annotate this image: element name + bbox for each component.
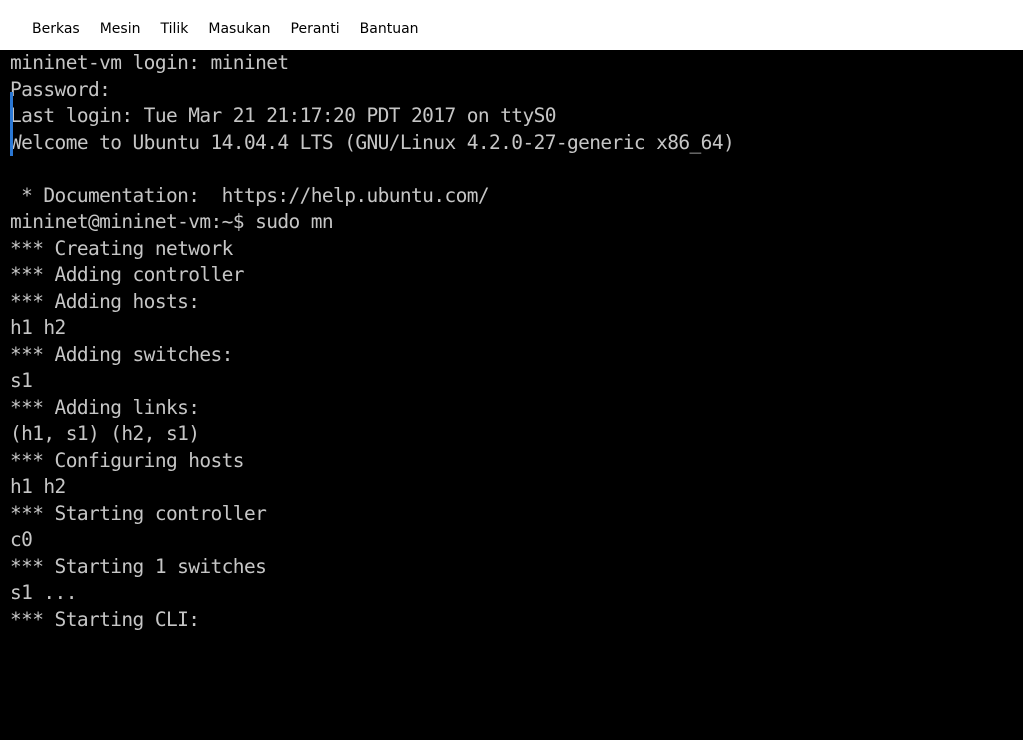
menu-bantuan[interactable]: Bantuan bbox=[350, 16, 429, 42]
menu-bar: Berkas Mesin Tilik Masukan Peranti Bantu… bbox=[0, 0, 1023, 50]
terminal-line-cli: *** Starting CLI: bbox=[10, 607, 200, 631]
terminal-line-password: Password: bbox=[10, 77, 111, 101]
terminal-line: s1 bbox=[10, 369, 33, 392]
focus-accent-bar bbox=[10, 92, 13, 156]
terminal-line: *** Configuring hosts bbox=[10, 448, 245, 472]
terminal-line: *** Adding links: bbox=[10, 395, 200, 419]
menu-berkas[interactable]: Berkas bbox=[22, 16, 90, 42]
terminal-line: *** Adding controller bbox=[10, 263, 245, 286]
terminal-line-login: mininet-vm login: mininet bbox=[10, 51, 289, 74]
terminal-screen[interactable]: mininet-vm login: mininet Password: Last… bbox=[10, 50, 1023, 740]
terminal-line-prompt-command: mininet@mininet-vm:~$ sudo mn bbox=[10, 210, 334, 233]
terminal-line: *** Adding hosts: bbox=[10, 289, 200, 313]
terminal-line: c0 bbox=[10, 528, 33, 551]
terminal-line: h1 h2 bbox=[10, 316, 66, 339]
terminal-line: (h1, s1) (h2, s1) bbox=[10, 422, 200, 445]
terminal-line: h1 h2 bbox=[10, 475, 66, 498]
terminal-line-documentation: * Documentation: https://help.ubuntu.com… bbox=[10, 183, 490, 207]
menu-peranti[interactable]: Peranti bbox=[281, 16, 350, 42]
terminal-line: *** Adding switches: bbox=[10, 342, 233, 366]
terminal-line-welcome: Welcome to Ubuntu 14.04.4 LTS (GNU/Linux… bbox=[10, 130, 735, 154]
terminal-line: *** Creating network bbox=[10, 236, 233, 260]
terminal-line: *** Starting controller bbox=[10, 501, 267, 525]
menu-mesin[interactable]: Mesin bbox=[90, 16, 151, 42]
terminal-line: s1 ... bbox=[10, 581, 77, 604]
menu-tilik[interactable]: Tilik bbox=[150, 16, 198, 42]
vm-window: Berkas Mesin Tilik Masukan Peranti Bantu… bbox=[0, 0, 1023, 740]
menu-masukan[interactable]: Masukan bbox=[198, 16, 280, 42]
terminal-line-last-login: Last login: Tue Mar 21 21:17:20 PDT 2017… bbox=[10, 104, 556, 127]
terminal-line: *** Starting 1 switches bbox=[10, 554, 267, 578]
